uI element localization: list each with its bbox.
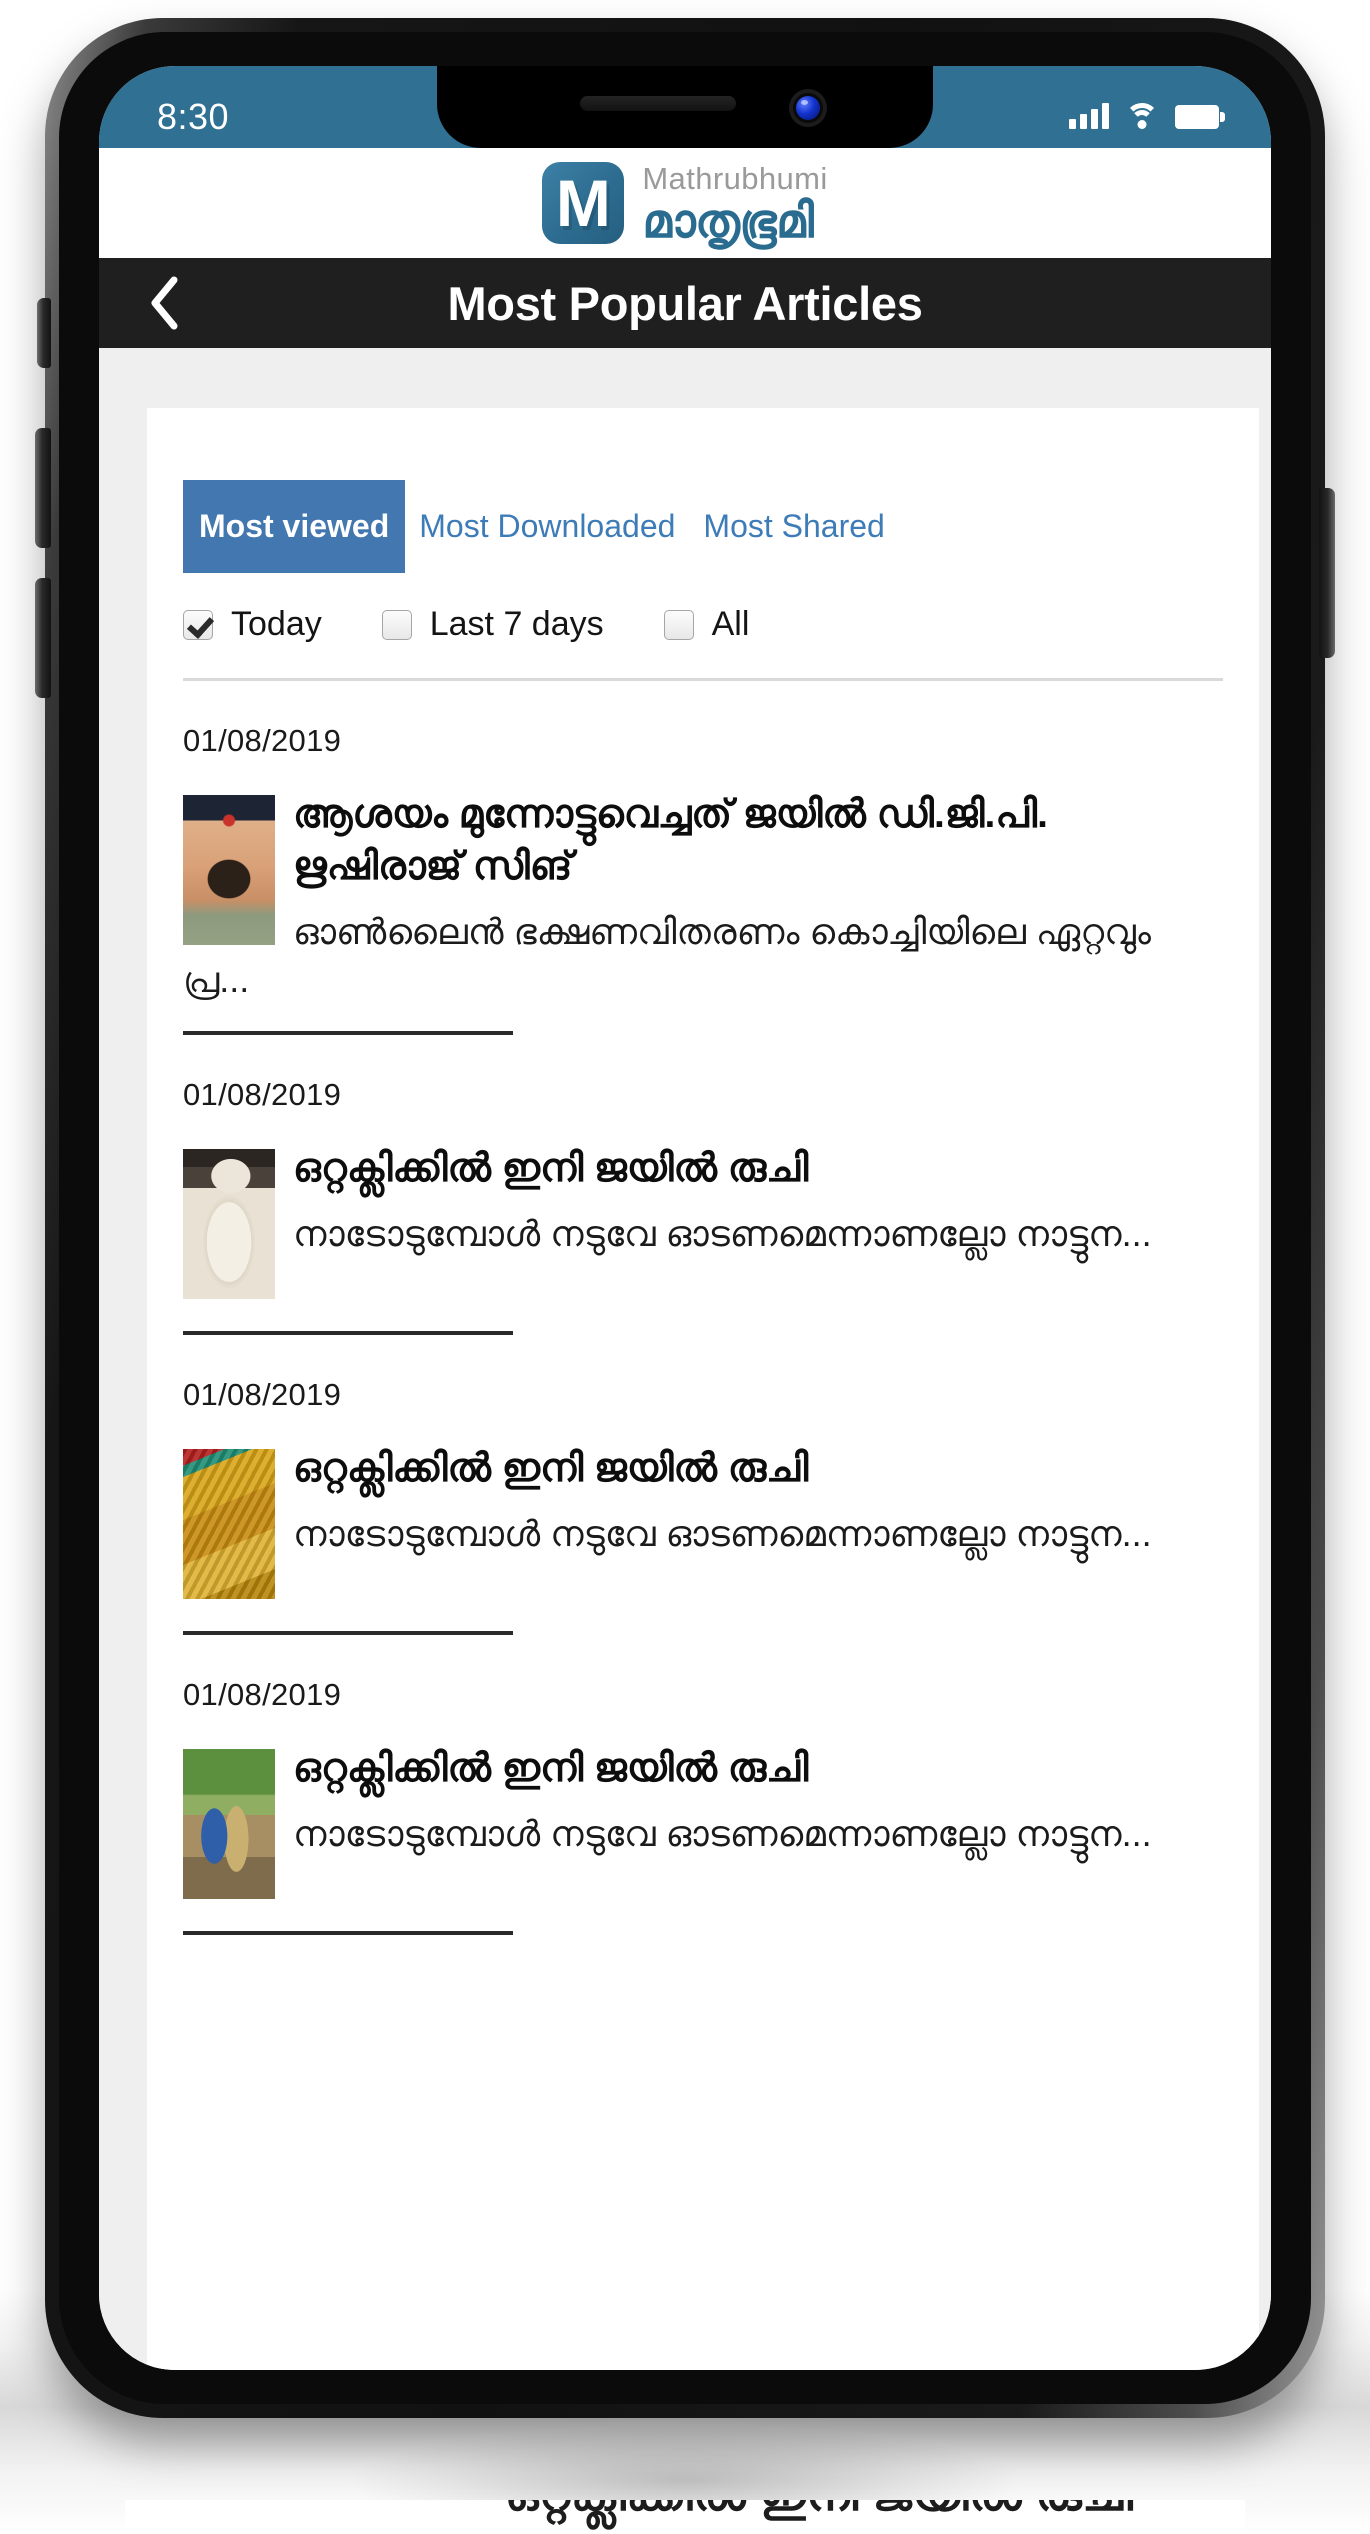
power-button[interactable] <box>1319 488 1335 658</box>
back-chevron-icon[interactable] <box>135 273 195 333</box>
list-item[interactable]: 01/08/2019 ഒറ്റക്ലിക്കിൽ ഇനി ജയിൽ രുചി ന… <box>183 1635 1223 1936</box>
list-item[interactable]: 01/08/2019 ഒറ്റക്ലിക്കിൽ ഇനി ജയിൽ രുചി ന… <box>183 1335 1223 1636</box>
checkbox-last-7-days[interactable] <box>381 609 412 640</box>
filter-last-7-days[interactable]: Last 7 days <box>381 605 604 644</box>
volume-up-button[interactable] <box>35 428 51 548</box>
tab-most-shared[interactable]: Most Shared <box>689 480 898 573</box>
article-title[interactable]: ഒറ്റക്ലിക്കിൽ ഇനി ജയിൽ രുചി <box>183 1443 1223 1495</box>
article-body: ഒറ്റക്ലിക്കിൽ ഇനി ജയിൽ രുചി നാടോടുമ്പോൾ … <box>183 1143 1223 1305</box>
article-title[interactable]: ഒറ്റക്ലിക്കിൽ ഇനി ജയിൽ രുചി <box>183 1143 1223 1195</box>
article-thumbnail-image <box>183 1449 275 1600</box>
checkbox-all[interactable] <box>663 609 694 640</box>
signal-icon <box>1069 103 1109 129</box>
article-title[interactable]: ഒറ്റക്ലിക്കിൽ ഇനി ജയിൽ രുചി <box>183 1743 1223 1795</box>
filter-today-label: Today <box>231 605 322 643</box>
brand-name-latin: Mathrubhumi <box>642 160 828 196</box>
article-thumbnail-image <box>183 1149 275 1300</box>
checkbox-today[interactable] <box>183 609 213 640</box>
list-item[interactable]: 01/08/2019 ആശയം മുന്നോട്ടുവെച്ചത് ജയിൽ ഡ… <box>183 681 1223 1036</box>
article-excerpt: നാടോടുമ്പോൾ നടുവേ ഓടണമെന്നാണല്ലോ നാട്ടുന… <box>293 1512 1152 1554</box>
content-card: Most viewed Most Downloaded Most Shared … <box>147 408 1259 2370</box>
article-body: ഒറ്റക്ലിക്കിൽ ഇനി ജയിൽ രുചി നാടോടുമ്പോൾ … <box>183 1443 1223 1605</box>
logo-letter: M <box>555 166 611 240</box>
article-divider <box>183 1931 513 1936</box>
silent-switch-button[interactable] <box>37 298 51 368</box>
article-title[interactable]: ആശയം മുന്നോട്ടുവെച്ചത് ജയിൽ ഡി.ജി.പി. ഋഷ… <box>183 789 1223 894</box>
list-item[interactable]: 01/08/2019 ഒറ്റക്ലിക്കിൽ ഇനി ജയിൽ രുചി ന… <box>183 1035 1223 1336</box>
page-title: Most Popular Articles <box>447 276 923 330</box>
battery-icon <box>1175 105 1225 129</box>
filter-all-label: All <box>711 605 750 643</box>
below-fold-clipped-content: ഒറ്റക്ലിക്കിൽ ഇനി ജയിൽ രുചി <box>125 2500 1245 2534</box>
filter-all[interactable]: All <box>663 605 750 644</box>
article-thumbnail-image <box>183 795 275 945</box>
earpiece-speaker-icon <box>580 96 736 111</box>
article-thumbnail-image <box>183 1749 275 1900</box>
screen-title-bar: Most Popular Articles <box>99 258 1271 348</box>
date-range-filter-group: Today Last 7 days All <box>147 573 1259 644</box>
app-brand-header: M Mathrubhumi മാതൃഭൂമി <box>99 148 1271 258</box>
article-date: 01/08/2019 <box>183 1677 342 1713</box>
filter-today[interactable]: Today <box>183 605 322 644</box>
phone-screen: 8:30 M Mathrubhumi മാതൃഭൂമി Most Popular… <box>99 66 1271 2370</box>
article-excerpt: ഓൺലൈൻ ഭക്ഷണവിതരണം കൊച്ചിയിലെ ഏറ്റവും പ്ര… <box>183 910 1151 1001</box>
volume-down-button[interactable] <box>35 578 51 698</box>
article-date: 01/08/2019 <box>183 723 342 758</box>
status-bar-clock: 8:30 <box>157 96 230 137</box>
article-date: 01/08/2019 <box>183 1077 342 1113</box>
scene: ഒറ്റക്ലിക്കിൽ ഇനി ജയിൽ രുചി 8:30 <box>0 0 1370 2534</box>
brand-name-malayalam: മാതൃഭൂമി <box>642 193 814 247</box>
page-body: Most viewed Most Downloaded Most Shared … <box>99 348 1271 2370</box>
below-fold-clipped-text: ഒറ്റക്ലിക്കിൽ ഇനി ജയിൽ രുചി <box>505 2500 1134 2523</box>
article-list: 01/08/2019 ആശയം മുന്നോട്ടുവെച്ചത് ജയിൽ ഡ… <box>147 681 1259 1936</box>
phone-device-frame: 8:30 M Mathrubhumi മാതൃഭൂമി Most Popular… <box>35 18 1335 2418</box>
brand-wordmark: Mathrubhumi മാതൃഭൂമി <box>642 163 827 244</box>
article-excerpt: നാടോടുമ്പോൾ നടുവേ ഓടണമെന്നാണല്ലോ നാട്ടുന… <box>293 1212 1152 1254</box>
article-body: ആശയം മുന്നോട്ടുവെച്ചത് ജയിൽ ഡി.ജി.പി. ഋഷ… <box>183 789 1223 1005</box>
popularity-tab-bar: Most viewed Most Downloaded Most Shared <box>147 480 1259 573</box>
article-body: ഒറ്റക്ലിക്കിൽ ഇനി ജയിൽ രുചി നാടോടുമ്പോൾ … <box>183 1743 1223 1905</box>
article-excerpt: നാടോടുമ്പോൾ നടുവേ ഓടണമെന്നാണല്ലോ നാട്ടുന… <box>293 1812 1152 1854</box>
status-bar-icons <box>1069 103 1225 129</box>
tab-most-downloaded[interactable]: Most Downloaded <box>405 480 689 573</box>
wifi-icon <box>1125 103 1159 129</box>
front-camera-icon <box>789 89 827 127</box>
mathrubhumi-logo-icon: M <box>542 162 625 244</box>
device-notch <box>437 66 933 148</box>
filter-last-7-days-label: Last 7 days <box>429 605 604 643</box>
article-date: 01/08/2019 <box>183 1377 342 1413</box>
tab-most-viewed[interactable]: Most viewed <box>183 480 406 573</box>
